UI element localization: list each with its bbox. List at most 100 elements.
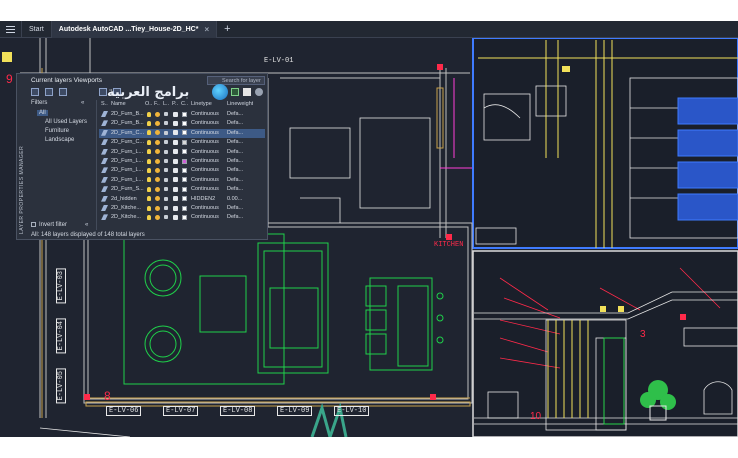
layer-linetype[interactable]: Continuous: [191, 149, 219, 155]
layer-name[interactable]: 2D_Furn_L...: [111, 167, 144, 173]
col-color[interactable]: C..: [181, 101, 188, 107]
layer-states-icon[interactable]: [59, 88, 67, 96]
color-swatch[interactable]: [182, 120, 187, 126]
settings-square-icon[interactable]: [243, 88, 251, 96]
layer-row[interactable]: 2D_Furn_S... Continuous Defa...: [99, 185, 265, 194]
layer-name[interactable]: 2D_Furn_C...: [111, 139, 144, 145]
color-swatch[interactable]: [182, 196, 187, 202]
lightbulb-icon[interactable]: [147, 186, 151, 192]
layer-row[interactable]: 2D_Furn_L... Continuous Defa...: [99, 148, 265, 157]
layer-lineweight[interactable]: Defa...: [227, 167, 243, 173]
col-status[interactable]: S..: [101, 101, 108, 107]
color-swatch[interactable]: [182, 111, 187, 117]
sun-icon[interactable]: [155, 196, 160, 202]
lightbulb-icon[interactable]: [147, 196, 151, 202]
layer-lineweight[interactable]: Defa...: [227, 177, 243, 183]
sun-icon[interactable]: [155, 167, 160, 173]
sun-icon[interactable]: [155, 158, 160, 164]
printer-icon[interactable]: [173, 120, 178, 126]
close-tab-icon[interactable]: ×: [204, 25, 209, 34]
unlock-icon[interactable]: [164, 168, 168, 173]
sun-icon[interactable]: [155, 205, 160, 211]
layer-grid[interactable]: S.. Name O.. F.. L.. P.. C.. Linetype Li…: [99, 100, 265, 230]
layer-row[interactable]: 2D_Furn_L... Continuous Defa...: [99, 176, 265, 185]
unlock-icon[interactable]: [164, 140, 168, 145]
col-linetype[interactable]: Linetype: [191, 101, 212, 107]
col-on[interactable]: O..: [145, 101, 152, 107]
col-name[interactable]: Name: [111, 101, 126, 107]
layer-lineweight[interactable]: Defa...: [227, 130, 243, 136]
unlock-icon[interactable]: [164, 187, 168, 192]
unlock-icon[interactable]: [164, 196, 168, 201]
printer-icon[interactable]: [173, 177, 178, 183]
printer-icon[interactable]: [173, 186, 178, 192]
layer-name[interactable]: 2D_Furn_C...: [111, 130, 144, 136]
collapse-panel-icon[interactable]: «: [85, 222, 88, 228]
layer-name[interactable]: 2D_Kitche...: [111, 205, 144, 211]
color-swatch[interactable]: [182, 186, 187, 192]
sun-icon[interactable]: [155, 139, 160, 145]
layer-lineweight[interactable]: Defa...: [227, 120, 243, 126]
layer-row[interactable]: 2D_Furn_L... Continuous Defa...: [99, 166, 265, 175]
layer-row[interactable]: 2D_Kitche... Continuous Defa...: [99, 204, 265, 213]
lightbulb-icon[interactable]: [147, 177, 151, 183]
color-swatch[interactable]: [182, 177, 187, 183]
layer-linetype[interactable]: HIDDEN2: [191, 196, 215, 202]
layer-linetype[interactable]: Continuous: [191, 177, 219, 183]
lightbulb-icon[interactable]: [147, 167, 151, 173]
tab-start[interactable]: Start: [22, 21, 52, 38]
filter-all[interactable]: All: [37, 110, 48, 116]
lightbulb-icon[interactable]: [147, 158, 151, 164]
layer-name[interactable]: 2D_Furn_B...: [111, 120, 144, 126]
layer-search-input[interactable]: Search for layer: [207, 76, 265, 85]
unlock-icon[interactable]: [164, 215, 168, 220]
col-lineweight[interactable]: Lineweight: [227, 101, 253, 107]
layer-linetype[interactable]: Continuous: [191, 186, 219, 192]
color-swatch[interactable]: [182, 214, 187, 220]
color-swatch[interactable]: [182, 130, 187, 136]
layer-name[interactable]: 2D_Furn_L...: [111, 177, 144, 183]
printer-icon[interactable]: [173, 158, 178, 164]
layer-name[interactable]: 2D_Furn_L...: [111, 149, 144, 155]
tab-active-drawing[interactable]: Autodesk AutoCAD ...Tiey_House-2D_HC* ×: [51, 21, 218, 38]
color-swatch[interactable]: [182, 205, 187, 211]
color-swatch[interactable]: [182, 149, 187, 155]
layer-row[interactable]: 2D_Furn_B... Continuous Defa...: [99, 110, 265, 119]
layer-lineweight[interactable]: Defa...: [227, 111, 243, 117]
color-swatch[interactable]: [182, 139, 187, 145]
layer-name[interactable]: 2D_Furn_S...: [111, 186, 144, 192]
invert-filter-checkbox[interactable]: Invert filter: [31, 222, 67, 228]
filter-all-used[interactable]: All Used Layers: [45, 119, 87, 125]
printer-icon[interactable]: [173, 111, 178, 117]
printer-icon[interactable]: [173, 130, 178, 136]
sun-icon[interactable]: [155, 111, 160, 117]
unlock-icon[interactable]: [164, 159, 168, 163]
unlock-icon[interactable]: [164, 206, 168, 210]
layer-row[interactable]: 2d_hidden HIDDEN2 0.00...: [99, 195, 265, 204]
layer-row[interactable]: 2D_Furn_B... Continuous Defa...: [99, 119, 265, 128]
layer-lineweight[interactable]: Defa...: [227, 149, 243, 155]
layer-name[interactable]: 2D_Kitche...: [111, 214, 144, 220]
col-plot[interactable]: P..: [172, 101, 178, 107]
sun-icon[interactable]: [155, 186, 160, 192]
sun-icon[interactable]: [155, 149, 160, 155]
layer-linetype[interactable]: Continuous: [191, 130, 219, 136]
layer-row[interactable]: 2D_Kitche... Continuous Defa...: [99, 213, 265, 222]
printer-icon[interactable]: [173, 149, 178, 155]
new-filter-icon[interactable]: [31, 88, 39, 96]
col-freeze[interactable]: F..: [154, 101, 160, 107]
layer-lineweight[interactable]: Defa...: [227, 214, 243, 220]
printer-icon[interactable]: [173, 196, 178, 202]
unlock-icon[interactable]: [164, 112, 168, 116]
new-layer-icon[interactable]: [99, 88, 107, 96]
color-swatch[interactable]: [182, 158, 187, 164]
layer-linetype[interactable]: Continuous: [191, 205, 219, 211]
group-filter-icon[interactable]: [45, 88, 53, 96]
refresh-icon[interactable]: [231, 88, 239, 96]
layer-linetype[interactable]: Continuous: [191, 214, 219, 220]
unlock-icon[interactable]: [164, 121, 168, 126]
lightbulb-icon[interactable]: [147, 205, 151, 211]
layer-linetype[interactable]: Continuous: [191, 158, 219, 164]
hamburger-icon[interactable]: [0, 21, 22, 38]
layer-lineweight[interactable]: Defa...: [227, 158, 243, 164]
